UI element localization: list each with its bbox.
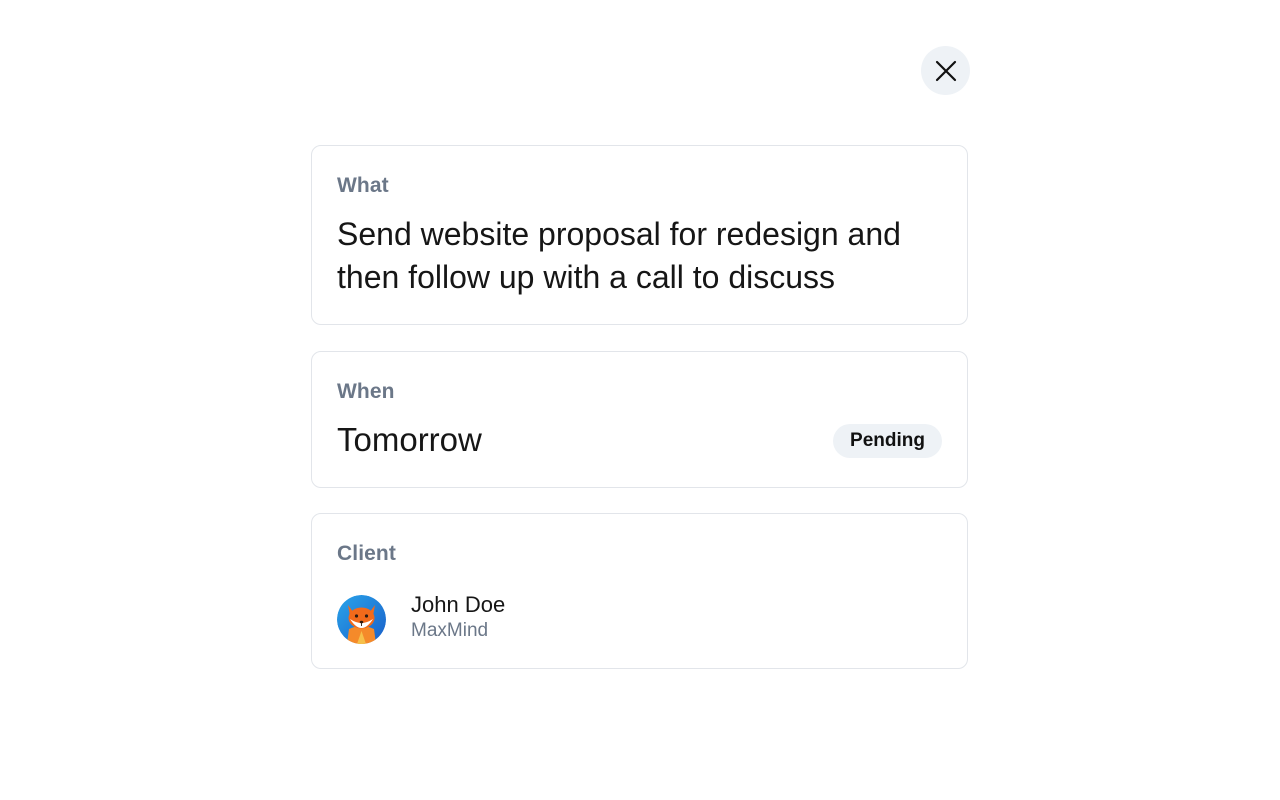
status-badge: Pending — [833, 424, 942, 458]
avatar — [337, 595, 386, 644]
client-name: John Doe — [411, 592, 506, 617]
what-card: What Send website proposal for redesign … — [311, 145, 968, 325]
when-label: When — [337, 380, 395, 403]
client-label: Client — [337, 542, 396, 565]
close-icon — [935, 60, 956, 81]
close-button[interactable] — [921, 46, 970, 95]
task-description: Send website proposal for redesign and t… — [337, 216, 901, 295]
client-card[interactable]: Client John Doe MaxMind — [311, 513, 968, 669]
when-card: When Tomorrow Pending — [311, 351, 968, 488]
client-company: MaxMind — [411, 620, 489, 641]
what-label: What — [337, 174, 389, 197]
due-date: Tomorrow — [337, 421, 482, 458]
fox-avatar-icon — [337, 595, 386, 644]
